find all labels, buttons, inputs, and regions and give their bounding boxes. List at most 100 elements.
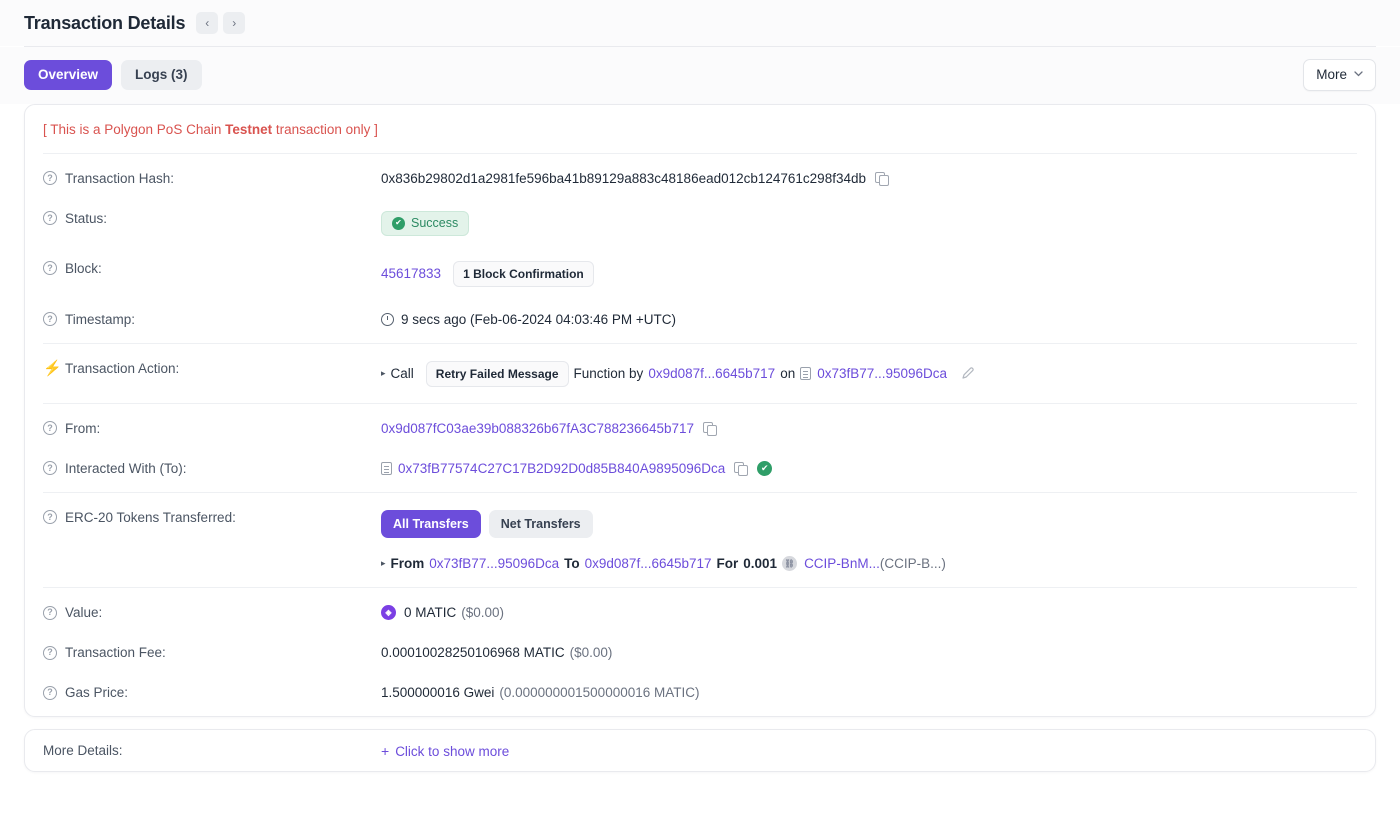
action-call-word: Call [390,366,414,381]
value-fiat: ($0.00) [461,605,505,620]
action-group: ⚡ Transaction Action: ▸ Call Retry Faile… [43,342,1357,403]
block-label: Block: [65,260,102,276]
row-transaction-fee: ? Transaction Fee: 0.00010028250106968 M… [43,632,1357,672]
timestamp-value-cell: 9 secs ago (Feb-06-2024 04:03:46 PM +UTC… [381,311,1357,327]
action-by-address-link[interactable]: 0x9d087f...6645b717 [648,366,775,381]
help-icon[interactable]: ? [43,461,57,475]
status-label-cell: ? Status: [43,210,381,226]
more-details-label-cell: More Details: [43,742,381,758]
addresses-group: ? From: 0x9d087fC03ae39b088326b67fA3C788… [43,402,1357,492]
erc20-value-cell: All Transfers Net Transfers ▸ From 0x73f… [381,509,1357,571]
help-icon[interactable]: ? [43,510,57,524]
transaction-fee-fiat: ($0.00) [569,645,613,660]
timestamp-value: 9 secs ago (Feb-06-2024 04:03:46 PM +UTC… [401,311,677,327]
help-icon[interactable]: ? [43,312,57,326]
to-address-link[interactable]: 0x73fB77574C27C17B2D92D0d85B840A9895096D… [398,461,725,476]
page-title: Transaction Details [24,12,186,33]
row-transaction-action: ⚡ Transaction Action: ▸ Call Retry Faile… [43,348,1357,399]
transfer-token-name-link[interactable]: CCIP-BnM... [804,556,880,571]
row-erc20-transfers: ? ERC-20 Tokens Transferred: All Transfe… [43,497,1357,584]
block-label-cell: ? Block: [43,260,381,276]
help-icon[interactable]: ? [43,171,57,185]
from-value-cell: 0x9d087fC03ae39b088326b67fA3C788236645b7… [381,420,1357,436]
transfer-from-address-link[interactable]: 0x73fB77...95096Dca [429,556,559,571]
row-interacted-with: ? Interacted With (To): 0x73fB77574C27C1… [43,448,1357,488]
summary-group: ? Transaction Hash: 0x836b29802d1a2981fe… [43,154,1357,343]
transaction-action-value-cell: ▸ Call Retry Failed Message Function by … [381,360,1357,387]
edit-icon[interactable] [961,366,975,382]
more-details-label: More Details: [43,743,123,758]
expand-caret-icon[interactable]: ▸ [381,558,386,569]
matic-token-icon: ◈ [381,605,396,620]
help-icon[interactable]: ? [43,261,57,275]
ccip-token-icon: ⛓ [782,556,798,571]
toggle-all-transfers[interactable]: All Transfers [381,509,481,538]
transfer-for-word: For [716,556,739,571]
help-icon[interactable]: ? [43,421,57,435]
more-details-value-cell: + Click to show more [381,742,1357,759]
row-from: ? From: 0x9d087fC03ae39b088326b67fA3C788… [43,408,1357,448]
block-number-link[interactable]: 45617833 [381,266,441,281]
transaction-action-label: Transaction Action: [65,360,180,376]
interacted-with-label: Interacted With (To): [65,460,187,476]
check-circle-icon: ✔ [392,216,405,230]
transaction-hash-label-cell: ? Transaction Hash: [43,170,381,186]
contract-document-icon [381,461,392,475]
tab-logs[interactable]: Logs (3) [121,60,202,90]
row-timestamp: ? Timestamp: 9 secs ago (Feb-06-2024 04:… [43,299,1357,339]
action-method-badge: Retry Failed Message [425,360,569,387]
gas-price-amount: 1.500000016 Gwei [381,685,495,700]
gas-price-label: Gas Price: [65,685,129,700]
toggle-net-transfers[interactable]: Net Transfers [488,509,593,538]
help-icon[interactable]: ? [43,645,57,660]
interacted-with-value-cell: 0x73fB77574C27C17B2D92D0d85B840A9895096D… [381,460,1357,476]
status-badge-label: Success [411,215,459,230]
help-icon[interactable]: ? [43,211,57,225]
erc20-group: ? ERC-20 Tokens Transferred: All Transfe… [43,491,1357,588]
transfer-to-address-link[interactable]: 0x9d087f...6645b717 [585,556,712,571]
help-icon[interactable]: ? [43,685,57,700]
chevron-down-icon [1354,70,1363,80]
gas-price-alt: (0.000000001500000016 MATIC) [499,685,700,700]
transaction-fee-value-cell: 0.00010028250106968 MATIC ($0.00) [381,644,1357,660]
prev-page-button[interactable]: ‹ [196,12,219,34]
help-icon[interactable]: ? [43,605,57,620]
tab-overview[interactable]: Overview [24,60,113,90]
value-value-cell: ◈ 0 MATIC ($0.00) [381,604,1357,620]
gas-price-label-cell: ? Gas Price: [43,684,381,700]
transfer-to-word: To [564,556,580,571]
show-more-link[interactable]: + Click to show more [381,743,509,759]
row-status: ? Status: ✔ Success [43,198,1357,248]
gas-price-value-cell: 1.500000016 Gwei (0.000000001500000016 M… [381,684,1357,700]
from-label: From: [65,420,101,436]
more-dropdown-label: More [1316,67,1347,82]
verified-contract-icon: ✔ [757,460,773,476]
value-amount: 0 MATIC [404,605,457,620]
transfer-token-symbol: (CCIP-B...) [879,556,946,571]
copy-icon[interactable] [703,421,717,436]
testnet-notice-prefix: [ This is a Polygon PoS Chain [43,121,226,137]
action-function-word: Function by [573,366,644,381]
transfers-toggle-group: All Transfers Net Transfers [381,509,1357,538]
copy-icon[interactable] [734,461,748,476]
copy-icon[interactable] [875,171,889,186]
transfer-row: ▸ From 0x73fB77...95096Dca To 0x9d087f..… [381,538,1357,571]
more-details-card: More Details: + Click to show more [24,729,1376,772]
more-dropdown-button[interactable]: More [1303,59,1376,91]
from-address-link[interactable]: 0x9d087fC03ae39b088326b67fA3C788236645b7… [381,421,694,436]
value-label: Value: [65,605,103,620]
testnet-notice-suffix: transaction only ] [272,121,378,137]
transaction-overview-card: [ This is a Polygon PoS Chain Testnet tr… [24,103,1376,717]
row-value: ? Value: ◈ 0 MATIC ($0.00) [43,592,1357,632]
expand-caret-icon[interactable]: ▸ [381,368,386,379]
transaction-hash-label: Transaction Hash: [65,170,175,186]
interacted-with-label-cell: ? Interacted With (To): [43,460,381,476]
nav-arrows: ‹ › [196,12,246,34]
action-on-address-link[interactable]: 0x73fB77...95096Dca [817,366,947,381]
testnet-notice: [ This is a Polygon PoS Chain Testnet tr… [43,105,1357,154]
row-gas-price: ? Gas Price: 1.500000016 Gwei (0.0000000… [43,672,1357,712]
next-page-button[interactable]: › [223,12,246,34]
page-header: Transaction Details ‹ › [0,0,1400,46]
transaction-fee-label-cell: ? Transaction Fee: [43,644,381,660]
transaction-fee-label: Transaction Fee: [65,645,166,660]
